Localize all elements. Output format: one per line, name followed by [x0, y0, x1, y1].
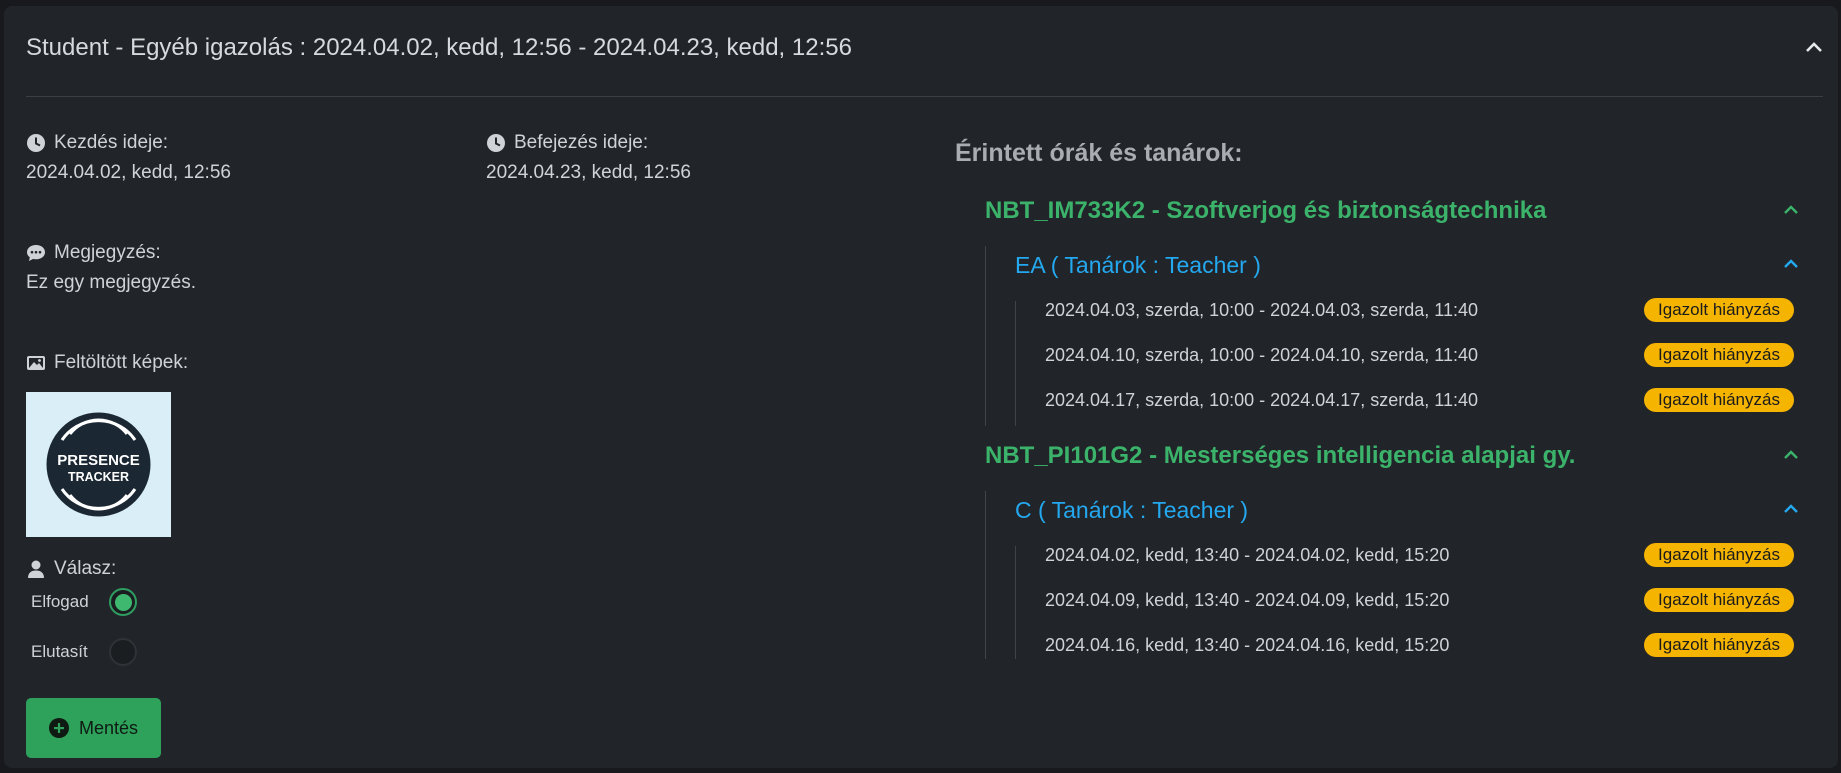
clock-icon — [487, 134, 505, 152]
subject-divider-line — [985, 246, 986, 426]
status-badge: Igazolt hiányzás — [1644, 388, 1794, 412]
accept-label: Elfogad — [31, 592, 89, 611]
start-time-value: 2024.04.02, kedd, 12:56 — [26, 162, 231, 183]
status-badge: Igazolt hiányzás — [1644, 633, 1794, 657]
chevron-up-icon[interactable] — [1783, 504, 1799, 514]
status-badge: Igazolt hiányzás — [1644, 343, 1794, 367]
svg-text:PRESENCE: PRESENCE — [57, 452, 140, 469]
start-time-label: Kezdés ideje: — [26, 132, 168, 154]
comment-icon — [27, 245, 45, 261]
session-time: 2024.04.02, kedd, 13:40 - 2024.04.02, ke… — [1045, 545, 1450, 565]
session-time: 2024.04.10, szerda, 10:00 - 2024.04.10, … — [1045, 345, 1478, 365]
card-header[interactable]: Student - Egyéb igazolás : 2024.04.02, k… — [26, 6, 1823, 97]
images-label: Feltöltött képek: — [26, 352, 188, 374]
end-time-value: 2024.04.23, kedd, 12:56 — [486, 162, 691, 183]
user-icon — [28, 560, 44, 578]
card-title: Student - Egyéb igazolás : 2024.04.02, k… — [26, 34, 852, 61]
subject-title[interactable]: NBT_PI101G2 - Mesterséges intelligencia … — [985, 442, 1575, 470]
note-value: Ez egy megjegyzés. — [26, 272, 197, 293]
accept-radio[interactable] — [109, 588, 137, 616]
chevron-up-icon[interactable] — [1805, 40, 1823, 54]
note-label-text: Megjegyzés: — [54, 242, 161, 263]
session-time: 2024.04.16, kedd, 13:40 - 2024.04.16, ke… — [1045, 635, 1450, 655]
status-badge: Igazolt hiányzás — [1644, 543, 1794, 567]
group-divider-line — [1015, 546, 1016, 659]
start-time-label-text: Kezdés ideje: — [54, 132, 169, 153]
end-time-label-text: Befejezés ideje: — [514, 132, 649, 153]
session-time: 2024.04.17, szerda, 10:00 - 2024.04.17, … — [1045, 390, 1478, 410]
response-label-text: Válasz: — [54, 558, 117, 579]
save-button-label: Mentés — [78, 717, 139, 738]
note-label: Megjegyzés: — [26, 242, 161, 264]
subject-title[interactable]: NBT_IM733K2 - Szoftverjog és biztonságte… — [985, 197, 1546, 225]
group-title[interactable]: C ( Tanárok : Teacher ) — [1015, 497, 1248, 524]
session-time: 2024.04.03, szerda, 10:00 - 2024.04.03, … — [1045, 300, 1478, 320]
uploaded-image-thumbnail[interactable]: PRESENCE TRACKER — [26, 392, 171, 537]
end-time-label: Befejezés ideje: — [486, 132, 648, 154]
session-time: 2024.04.09, kedd, 13:40 - 2024.04.09, ke… — [1045, 590, 1450, 610]
chevron-up-icon[interactable] — [1783, 450, 1799, 460]
radio-selected-dot — [114, 593, 132, 611]
subject-divider-line — [985, 491, 986, 659]
justification-card: Student - Egyéb igazolás : 2024.04.02, k… — [4, 6, 1838, 768]
reject-radio[interactable] — [109, 638, 137, 666]
accept-option[interactable]: Elfogad — [31, 588, 137, 616]
reject-option[interactable]: Elutasít — [31, 638, 137, 666]
images-label-text: Feltöltött képek: — [54, 352, 189, 373]
group-title[interactable]: EA ( Tanárok : Teacher ) — [1015, 252, 1261, 279]
affected-title: Érintett órák és tanárok: — [955, 139, 1243, 167]
status-badge: Igazolt hiányzás — [1644, 298, 1794, 322]
response-label: Válasz: — [26, 558, 116, 580]
save-button[interactable]: Mentés — [26, 698, 161, 758]
clock-icon — [27, 134, 45, 152]
chevron-up-icon[interactable] — [1783, 259, 1799, 269]
chevron-up-icon[interactable] — [1783, 205, 1799, 215]
group-divider-line — [1015, 301, 1016, 426]
image-icon — [27, 356, 45, 370]
status-badge: Igazolt hiányzás — [1644, 588, 1794, 612]
reject-label: Elutasít — [31, 642, 88, 661]
plus-circle-icon — [48, 718, 69, 738]
svg-text:TRACKER: TRACKER — [68, 470, 129, 484]
presence-tracker-logo: PRESENCE TRACKER — [46, 412, 151, 517]
